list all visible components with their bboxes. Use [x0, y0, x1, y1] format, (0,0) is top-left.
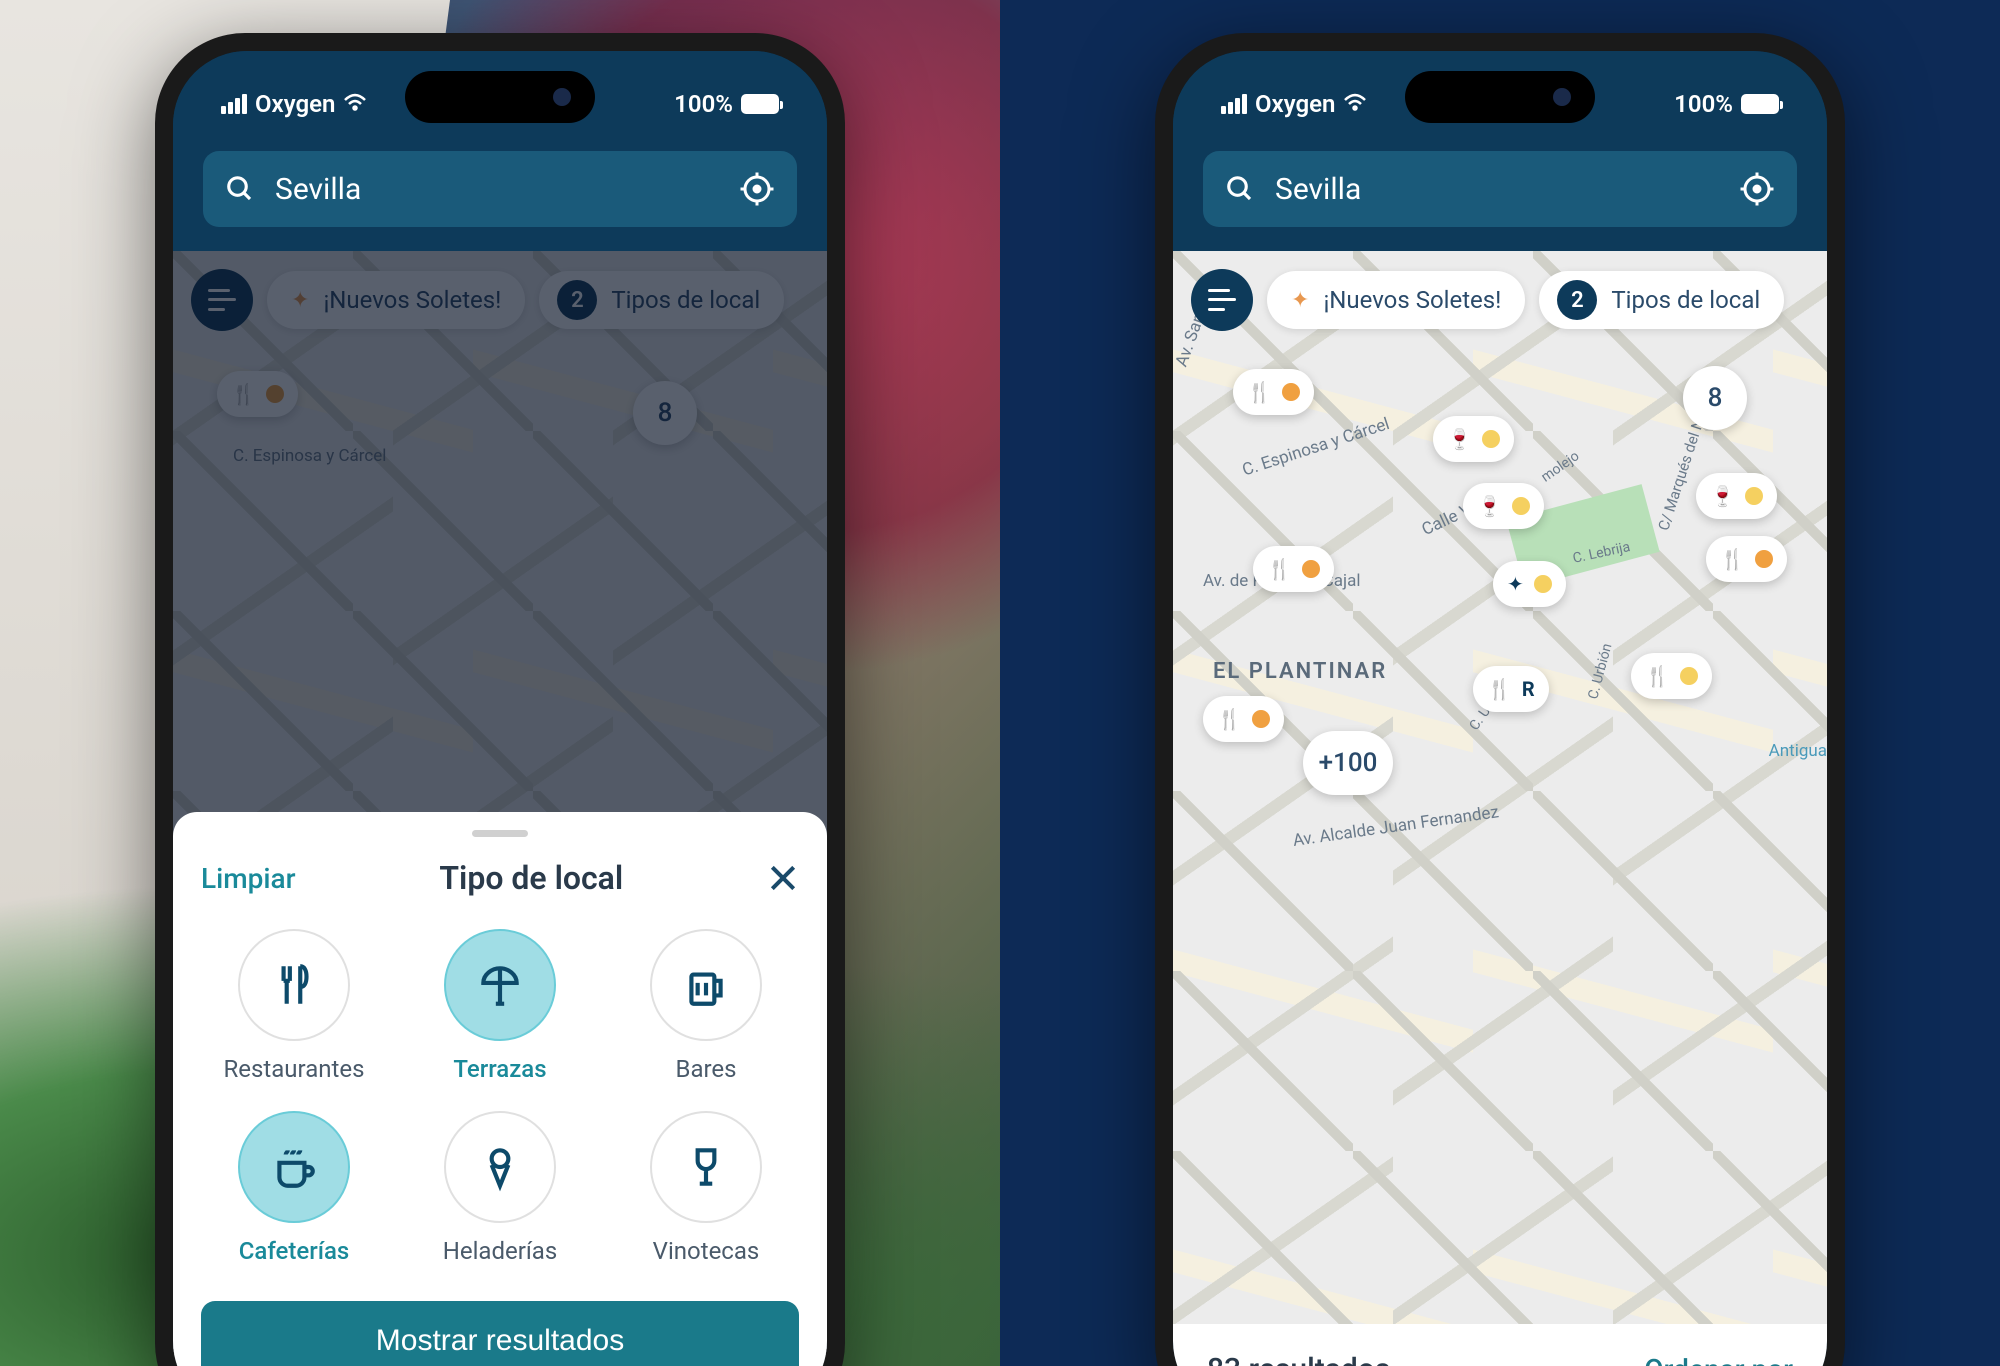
category-heladerias[interactable]: Heladerías: [407, 1111, 593, 1265]
search-icon: [1225, 174, 1255, 204]
map-marker-wine[interactable]: 🍷: [1696, 473, 1777, 519]
marker-rating-dot: [1252, 710, 1270, 728]
category-label: Terrazas: [453, 1055, 546, 1083]
search-icon: [225, 174, 255, 204]
ice-cream-icon: [475, 1142, 525, 1192]
category-restaurantes[interactable]: Restaurantes: [201, 929, 387, 1083]
marker-rating-dot: [1755, 550, 1773, 568]
map-cluster[interactable]: +100: [1303, 731, 1393, 795]
category-label: Vinotecas: [653, 1237, 760, 1265]
coffee-icon: [269, 1142, 319, 1192]
fork-knife-icon: 🍴: [1487, 677, 1512, 701]
phone-frame-right: Oxygen 100%: [1155, 33, 1845, 1366]
wine-icon: 🍷: [1477, 494, 1502, 518]
phone-notch: [405, 71, 595, 123]
neighborhood-label: EL PLANTINAR: [1213, 659, 1387, 684]
umbrella-icon: [475, 960, 525, 1010]
marker-rating-dot: [1512, 497, 1530, 515]
sparkle-icon: ✦: [1291, 288, 1309, 313]
filter-settings-button[interactable]: [1191, 269, 1253, 331]
carrier-label: Oxygen: [1255, 90, 1335, 118]
fork-knife-icon: 🍴: [1720, 547, 1745, 571]
chip-tipos-de-local[interactable]: 2 Tipos de local: [1539, 271, 1784, 329]
wine-icon: [681, 1142, 731, 1192]
battery-percent: 100%: [1674, 90, 1733, 118]
wifi-icon: [1343, 90, 1367, 118]
category-label: Heladerías: [443, 1237, 558, 1265]
battery-icon: [1741, 94, 1779, 114]
filter-bottom-sheet: Limpiar Tipo de local Restaurantes: [173, 812, 827, 1366]
marker-rating-dot: [1745, 487, 1763, 505]
category-label: Bares: [675, 1055, 736, 1083]
left-mockup-panel: Oxygen 100%: [0, 0, 1000, 1366]
right-mockup-panel: Oxygen 100%: [1000, 0, 2000, 1366]
sort-button[interactable]: Ordenar por: [1644, 1353, 1793, 1366]
chip-label: Tipos de local: [1611, 286, 1760, 314]
clear-filters-button[interactable]: Limpiar: [201, 862, 296, 895]
map-marker-restaurant[interactable]: 🍴: [1253, 546, 1334, 592]
r-badge-icon: R: [1522, 677, 1535, 701]
marker-rating-dot: [1482, 430, 1500, 448]
search-input-value: Sevilla: [275, 172, 719, 207]
results-count: 83 resultados: [1207, 1352, 1390, 1366]
street-label: Antigua: [1769, 741, 1827, 761]
chip-nuevos-soletes[interactable]: ✦ ¡Nuevos Soletes!: [1267, 271, 1525, 329]
chip-label: ¡Nuevos Soletes!: [1323, 286, 1501, 314]
search-bar[interactable]: Sevilla: [1203, 151, 1797, 227]
special-icon: ✦: [1507, 572, 1524, 596]
category-terrazas[interactable]: Terrazas: [407, 929, 593, 1083]
wine-icon: 🍷: [1447, 427, 1472, 451]
sheet-drag-handle[interactable]: [472, 830, 528, 837]
category-label: Restaurantes: [224, 1055, 365, 1083]
close-sheet-button[interactable]: [767, 862, 799, 894]
wine-icon: 🍷: [1710, 484, 1735, 508]
locate-icon[interactable]: [739, 171, 775, 207]
results-bar: 83 resultados Ordenar por: [1173, 1324, 1827, 1366]
wifi-icon: [343, 90, 367, 118]
marker-rating-dot: [1534, 575, 1552, 593]
category-label: Cafeterías: [239, 1237, 350, 1265]
fork-knife-icon: 🍴: [1267, 557, 1292, 581]
map-marker-restaurant[interactable]: 🍴: [1203, 696, 1284, 742]
map-marker-wine[interactable]: 🍷: [1433, 416, 1514, 462]
search-input-value: Sevilla: [1275, 172, 1719, 207]
map-marker-wine[interactable]: 🍷: [1463, 483, 1544, 529]
map-marker-recommended[interactable]: 🍴 R: [1473, 666, 1549, 712]
map-marker-restaurant[interactable]: 🍴: [1233, 369, 1314, 415]
map-marker-restaurant[interactable]: 🍴: [1706, 536, 1787, 582]
map-area[interactable]: ✦ ¡Nuevos Soletes! 2 Tipos de local Av. …: [1173, 251, 1827, 1324]
locate-icon[interactable]: [1739, 171, 1775, 207]
battery-percent: 100%: [674, 90, 733, 118]
phone-frame-left: Oxygen 100%: [155, 33, 845, 1366]
fork-knife-icon: 🍴: [1247, 380, 1272, 404]
signal-icon: [1221, 94, 1247, 114]
battery-icon: [741, 94, 779, 114]
sheet-title: Tipo de local: [439, 859, 623, 897]
phone-notch: [1405, 71, 1595, 123]
show-results-button[interactable]: Mostrar resultados: [201, 1301, 799, 1366]
beer-icon: [681, 960, 731, 1010]
fork-knife-icon: [269, 960, 319, 1010]
marker-rating-dot: [1680, 667, 1698, 685]
search-bar[interactable]: Sevilla: [203, 151, 797, 227]
map-marker-special[interactable]: ✦: [1493, 561, 1566, 607]
category-cafeterias[interactable]: Cafeterías: [201, 1111, 387, 1265]
category-bares[interactable]: Bares: [613, 929, 799, 1083]
fork-knife-icon: 🍴: [1217, 707, 1242, 731]
marker-rating-dot: [1282, 383, 1300, 401]
carrier-label: Oxygen: [255, 90, 335, 118]
marker-rating-dot: [1302, 560, 1320, 578]
chip-count-badge: 2: [1557, 280, 1597, 320]
signal-icon: [221, 94, 247, 114]
map-cluster[interactable]: 8: [1683, 366, 1747, 430]
category-vinotecas[interactable]: Vinotecas: [613, 1111, 799, 1265]
fork-knife-icon: 🍴: [1645, 664, 1670, 688]
map-marker-restaurant[interactable]: 🍴: [1631, 653, 1712, 699]
